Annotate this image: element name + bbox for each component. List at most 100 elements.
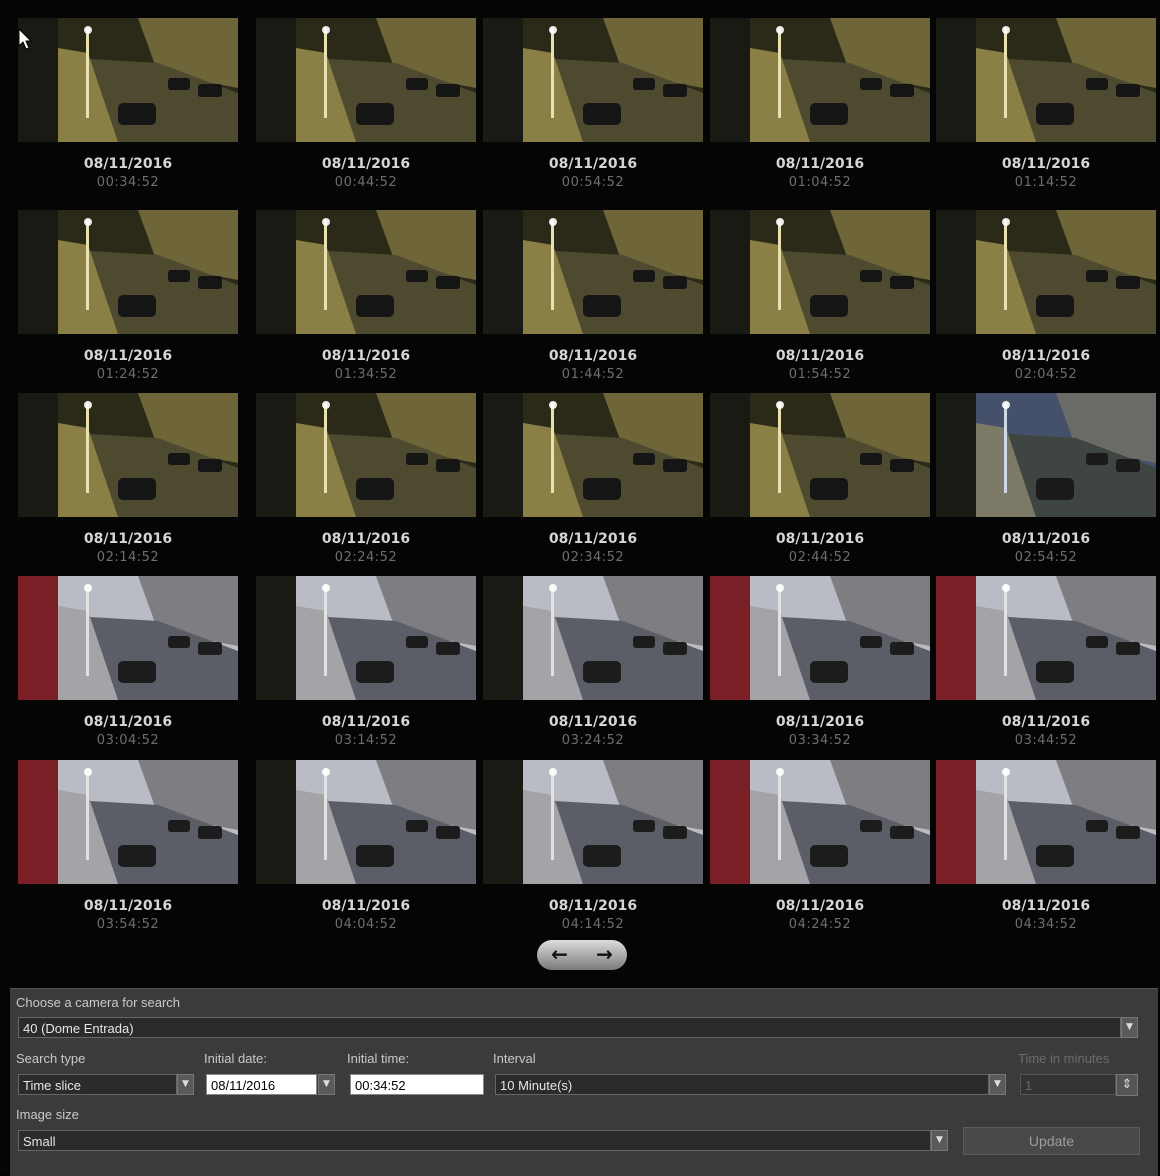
snapshot-date: 08/11/2016	[1001, 531, 1091, 547]
camera-snapshot[interactable]	[483, 760, 703, 884]
thumbnail-tile[interactable]: 08/11/2016 02:14:52	[18, 393, 238, 567]
thumbnail-tile[interactable]: 08/11/2016 03:24:52	[483, 576, 703, 750]
image-size-select[interactable]: Small	[18, 1130, 931, 1151]
camera-select[interactable]: 40 (Dome Entrada)	[18, 1017, 1121, 1038]
camera-snapshot[interactable]	[710, 760, 930, 884]
search-type-dropdown-button[interactable]: ▼	[177, 1074, 194, 1095]
snapshot-date: 08/11/2016	[321, 898, 411, 914]
snapshot-date: 08/11/2016	[1001, 714, 1091, 730]
thumbnail-tile[interactable]: 08/11/2016 01:04:52	[710, 18, 930, 192]
snapshot-time: 00:44:52	[334, 175, 398, 190]
snapshot-date: 08/11/2016	[1001, 156, 1091, 172]
camera-snapshot[interactable]	[18, 760, 238, 884]
thumbnail-tile[interactable]: 08/11/2016 04:14:52	[483, 760, 703, 934]
camera-dropdown-button[interactable]: ▼	[1121, 1017, 1138, 1038]
camera-snapshot[interactable]	[256, 210, 476, 334]
snapshot-time: 02:44:52	[788, 550, 852, 565]
camera-snapshot[interactable]	[710, 210, 930, 334]
snapshot-date: 08/11/2016	[775, 156, 865, 172]
thumbnail-tile[interactable]: 08/11/2016 03:54:52	[18, 760, 238, 934]
camera-snapshot[interactable]	[710, 393, 930, 517]
thumbnail-tile[interactable]: 08/11/2016 01:44:52	[483, 210, 703, 384]
thumbnail-tile[interactable]: 08/11/2016 03:04:52	[18, 576, 238, 750]
snapshot-date: 08/11/2016	[548, 156, 638, 172]
thumbnail-tile[interactable]: 08/11/2016 02:34:52	[483, 393, 703, 567]
thumbnail-tile[interactable]: 08/11/2016 00:34:52	[18, 18, 238, 192]
snapshot-date: 08/11/2016	[83, 348, 173, 364]
search-panel: Choose a camera for search 40 (Dome Entr…	[10, 988, 1158, 1176]
camera-snapshot[interactable]	[18, 210, 238, 334]
time-in-minutes-field[interactable]: 1	[1020, 1074, 1116, 1095]
interval-select[interactable]: 10 Minute(s)	[495, 1074, 989, 1095]
camera-snapshot[interactable]	[936, 576, 1156, 700]
thumbnail-tile[interactable]: 08/11/2016 01:24:52	[18, 210, 238, 384]
thumbnail-tile[interactable]: 08/11/2016 01:34:52	[256, 210, 476, 384]
search-type-label: Search type	[16, 1051, 86, 1066]
camera-snapshot[interactable]	[936, 393, 1156, 517]
initial-date-dropdown-button[interactable]: ▼	[318, 1074, 335, 1095]
chevron-down-icon: ▼	[323, 1079, 330, 1089]
interval-dropdown-button[interactable]: ▼	[989, 1074, 1006, 1095]
camera-snapshot[interactable]	[18, 393, 238, 517]
camera-snapshot[interactable]	[936, 760, 1156, 884]
camera-snapshot[interactable]	[256, 760, 476, 884]
spinner-arrows-icon: ⇕	[1121, 1077, 1133, 1092]
snapshot-time: 00:34:52	[96, 175, 160, 190]
arrow-left-icon: ←	[551, 942, 568, 966]
camera-snapshot[interactable]	[483, 18, 703, 142]
update-button[interactable]: Update	[963, 1127, 1140, 1155]
thumbnail-tile[interactable]: 08/11/2016 02:04:52	[936, 210, 1156, 384]
thumbnail-tile[interactable]: 08/11/2016 00:44:52	[256, 18, 476, 192]
thumbnail-tile[interactable]: 08/11/2016 03:44:52	[936, 576, 1156, 750]
snapshot-time: 01:44:52	[561, 367, 625, 382]
snapshot-date: 08/11/2016	[548, 714, 638, 730]
snapshot-date: 08/11/2016	[321, 531, 411, 547]
thumbnail-tile[interactable]: 08/11/2016 03:14:52	[256, 576, 476, 750]
thumbnail-tile[interactable]: 08/11/2016 02:24:52	[256, 393, 476, 567]
camera-snapshot[interactable]	[18, 576, 238, 700]
snapshot-time: 02:24:52	[334, 550, 398, 565]
mouse-cursor-icon	[18, 28, 32, 50]
initial-date-field[interactable]: 08/11/2016	[206, 1074, 317, 1095]
camera-snapshot[interactable]	[936, 210, 1156, 334]
thumbnail-tile[interactable]: 08/11/2016 03:34:52	[710, 576, 930, 750]
camera-snapshot[interactable]	[710, 576, 930, 700]
thumbnail-tile[interactable]: 08/11/2016 04:34:52	[936, 760, 1156, 934]
camera-snapshot[interactable]	[256, 576, 476, 700]
initial-time-field[interactable]: 00:34:52	[350, 1074, 484, 1095]
snapshot-time: 01:14:52	[1014, 175, 1078, 190]
snapshot-date: 08/11/2016	[83, 156, 173, 172]
next-page-button[interactable]: →	[582, 940, 627, 970]
camera-snapshot[interactable]	[483, 393, 703, 517]
snapshot-date: 08/11/2016	[775, 898, 865, 914]
snapshot-date: 08/11/2016	[548, 348, 638, 364]
previous-page-button[interactable]: ←	[537, 940, 583, 970]
snapshot-time: 03:04:52	[96, 733, 160, 748]
camera-snapshot[interactable]	[483, 210, 703, 334]
search-window: 08/11/2016 00:34:52 08/11/2016 00:44:52 08/1…	[0, 0, 1160, 1176]
camera-snapshot[interactable]	[483, 576, 703, 700]
thumbnail-tile[interactable]: 08/11/2016 04:04:52	[256, 760, 476, 934]
thumbnail-tile[interactable]: 08/11/2016 00:54:52	[483, 18, 703, 192]
thumbnail-tile[interactable]: 08/11/2016 02:54:52	[936, 393, 1156, 567]
initial-time-label: Initial time:	[347, 1051, 410, 1066]
snapshot-time: 01:34:52	[334, 367, 398, 382]
camera-snapshot[interactable]	[256, 393, 476, 517]
thumbnail-tile[interactable]: 08/11/2016 04:24:52	[710, 760, 930, 934]
camera-snapshot[interactable]	[710, 18, 930, 142]
camera-snapshot[interactable]	[18, 18, 238, 142]
thumbnail-tile[interactable]: 08/11/2016 01:54:52	[710, 210, 930, 384]
image-size-label: Image size	[16, 1107, 79, 1122]
camera-snapshot[interactable]	[256, 18, 476, 142]
snapshot-time: 04:34:52	[1014, 917, 1078, 932]
search-type-select[interactable]: Time slice	[18, 1074, 177, 1095]
time-in-minutes-label: Time in minutes	[1018, 1051, 1110, 1066]
snapshot-time: 01:54:52	[788, 367, 852, 382]
image-size-dropdown-button[interactable]: ▼	[931, 1130, 948, 1151]
thumbnail-tile[interactable]: 08/11/2016 01:14:52	[936, 18, 1156, 192]
camera-snapshot[interactable]	[936, 18, 1156, 142]
thumbnail-tile[interactable]: 08/11/2016 02:44:52	[710, 393, 930, 567]
snapshot-date: 08/11/2016	[1001, 348, 1091, 364]
time-in-minutes-spinner[interactable]: ⇕	[1116, 1074, 1138, 1096]
snapshot-time: 01:24:52	[96, 367, 160, 382]
